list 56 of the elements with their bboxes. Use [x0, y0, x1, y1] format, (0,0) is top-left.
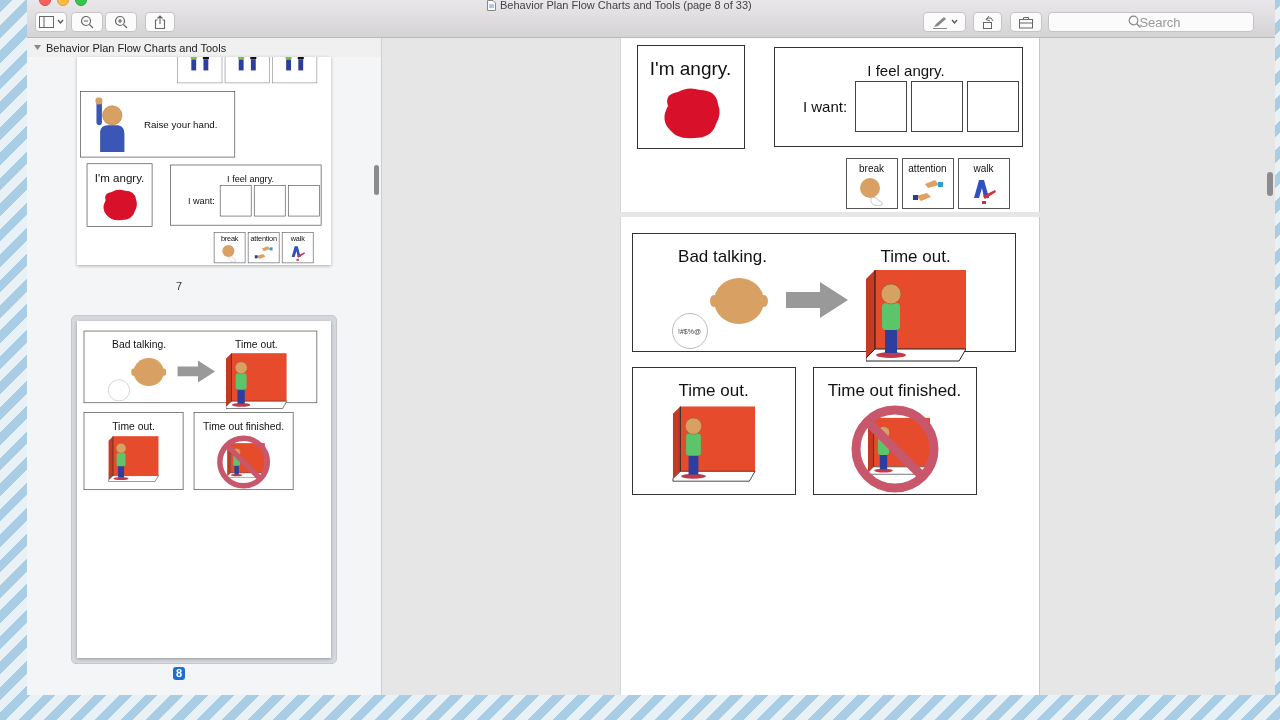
card-label: walk	[973, 163, 994, 174]
card-label: Raise your hand.	[143, 118, 218, 130]
raising-hand-figure-drawing	[95, 96, 126, 152]
bald-head-drawing	[709, 277, 768, 327]
toolbox-icon	[1018, 15, 1034, 29]
search-icon	[1128, 15, 1141, 29]
share-icon	[154, 15, 166, 29]
page-number: 8	[172, 667, 186, 680]
page-number: 7	[174, 280, 184, 293]
answer-box	[855, 81, 908, 132]
card-title: I feel angry.	[867, 62, 945, 79]
answer-box	[967, 81, 1020, 132]
zoom-out-icon	[80, 15, 94, 29]
zoom-out-button[interactable]	[71, 12, 103, 32]
card-label: I'm angry.	[94, 171, 145, 185]
arrow-icon	[785, 282, 848, 318]
card-label: break	[859, 163, 884, 174]
blob-head-drawing	[100, 188, 139, 222]
sidebar-icon	[38, 15, 54, 29]
card-label: I'm angry.	[649, 58, 732, 80]
card-title: I feel angry.	[227, 173, 275, 185]
rotate-icon	[980, 15, 995, 29]
zoom-in-icon	[114, 15, 128, 29]
timeout-corner-drawing	[225, 351, 287, 410]
card-label: Time out finished.	[827, 381, 962, 401]
bald-head-drawing	[131, 357, 167, 388]
speech-bubble	[108, 379, 130, 402]
document-icon	[487, 0, 496, 11]
pen-icon	[931, 15, 948, 29]
card-label: Bad talking.	[112, 339, 166, 352]
search-field[interactable]: Search	[1048, 12, 1254, 32]
toolbox-button[interactable]	[1010, 12, 1042, 32]
card-label: Time out.	[880, 247, 951, 267]
card-label: Bad talking.	[678, 247, 767, 267]
disclosure-triangle-icon[interactable]	[33, 43, 42, 52]
prohibited-timeout-drawing	[216, 434, 271, 490]
scrollbar-thumb[interactable]	[374, 165, 379, 195]
card-label: attention	[908, 163, 947, 174]
rotate-button[interactable]	[973, 12, 1002, 32]
prompt-label: I want:	[187, 195, 215, 206]
share-button[interactable]	[145, 12, 175, 32]
card-label: Time out.	[112, 420, 155, 433]
window-title: Behavior Plan Flow Charts and Tools (page 8 of 33)	[500, 0, 752, 11]
card-label: Time out.	[235, 339, 278, 352]
page-thumbnail[interactable]: Bad talking. Time out. Time out. Time out finished.	[71, 315, 337, 664]
card-label: Time out.	[678, 381, 749, 401]
document-title: Behavior Plan Flow Charts and Tools	[46, 41, 227, 54]
answer-box	[911, 81, 964, 132]
prompt-label: I want:	[802, 98, 848, 115]
scrollbar-thumb[interactable]	[1267, 172, 1273, 196]
markup-button[interactable]	[923, 12, 966, 32]
sidebar-toggle-button[interactable]	[35, 12, 67, 32]
arrow-icon	[177, 360, 215, 383]
hands-icon	[254, 243, 273, 262]
card-label: Time out finished.	[203, 420, 285, 433]
zoom-in-button[interactable]	[105, 12, 137, 32]
